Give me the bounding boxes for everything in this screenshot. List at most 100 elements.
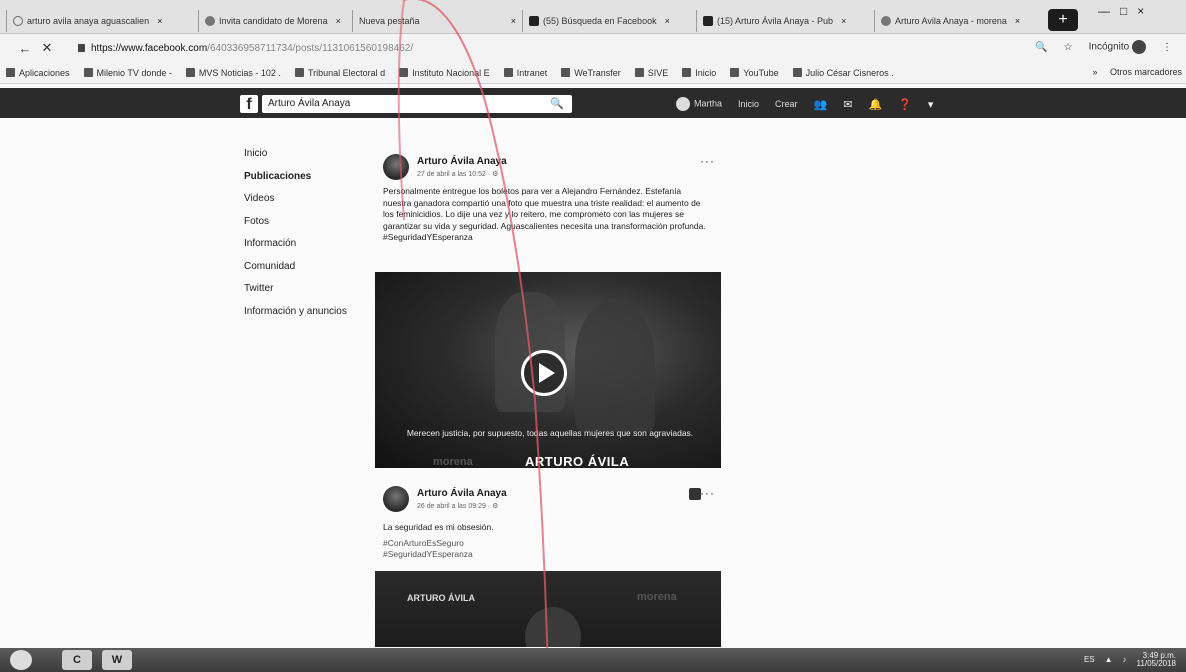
language-indicator[interactable]: ES xyxy=(1084,656,1095,664)
close-tab-icon[interactable]: × xyxy=(665,16,670,26)
more-options-icon[interactable]: ··· xyxy=(700,486,715,500)
volume-icon[interactable]: ♪ xyxy=(1123,656,1127,664)
post-image[interactable]: ARTURO ÁVILA morena xyxy=(375,571,721,647)
menu-item-info-anuncios[interactable]: Información y anuncios xyxy=(244,306,347,329)
profile-link[interactable]: Martha xyxy=(676,97,722,111)
menu-item-twitter[interactable]: Twitter xyxy=(244,283,347,306)
page-left-menu: Inicio Publicaciones Videos Fotos Inform… xyxy=(244,148,347,328)
new-tab-button[interactable]: + xyxy=(1048,9,1078,31)
other-bookmarks[interactable]: » Otros marcadores xyxy=(1092,67,1182,77)
tv-icon xyxy=(83,68,93,77)
facebook-nav: Martha Inicio Crear 👥 ✉ 🔔 ❓ ▾ xyxy=(676,97,933,111)
address-bar-actions: 🔍 ☆ Incógnito ⋮ xyxy=(1035,40,1172,54)
tab-facebook-profile[interactable]: (15) Arturo Ávila Anaya - Pub × xyxy=(696,10,874,32)
play-icon[interactable] xyxy=(521,350,567,396)
notifications-icon[interactable]: 🔔 xyxy=(868,98,882,111)
taskbar-chrome-icon[interactable]: C xyxy=(62,650,92,670)
create-link[interactable]: Crear xyxy=(775,99,798,109)
bookmark-label: Instituto Nacional E xyxy=(412,67,490,78)
bookmarks-more-icon[interactable]: » xyxy=(1092,67,1097,77)
post-author[interactable]: Arturo Ávila Anaya xyxy=(417,156,507,167)
help-icon[interactable]: ❓ xyxy=(898,98,912,111)
post-text-line: La seguridad es mi obsesión. xyxy=(383,522,494,532)
close-tab-icon[interactable]: × xyxy=(841,16,846,26)
tab-morena-news[interactable]: Invita candidato de Morena × xyxy=(198,10,352,32)
tab-label: (15) Arturo Ávila Anaya - Pub xyxy=(717,16,834,26)
video-brand-secondary: morena xyxy=(433,456,473,468)
tab-facebook-search[interactable]: (55) Búsqueda en Facebook × xyxy=(522,10,696,32)
menu-item-videos[interactable]: Videos xyxy=(244,193,347,216)
bookmark-youtube[interactable]: YouTube xyxy=(730,68,779,78)
friends-icon[interactable]: 👥 xyxy=(814,98,828,111)
url-field[interactable]: https://www.facebook.com/640336958711734… xyxy=(78,43,413,54)
menu-icon[interactable]: ▾ xyxy=(928,98,934,111)
clock-date: 11/05/2018 xyxy=(1136,659,1176,668)
close-tab-icon[interactable]: × xyxy=(336,16,341,26)
bookmark-label: WeTransfer xyxy=(574,67,621,78)
tab-morena-profile[interactable]: Arturo Avila Anaya - morena × xyxy=(874,10,1044,32)
bookmark-sive[interactable]: SIVE xyxy=(634,67,669,78)
close-window-button[interactable]: × xyxy=(1137,4,1144,18)
zoom-icon[interactable]: 🔍 xyxy=(1035,42,1047,53)
messenger-icon[interactable]: ✉ xyxy=(843,98,852,111)
taskbar-word-icon[interactable]: W xyxy=(102,650,132,670)
facebook-header: f Arturo Ávila Anaya 🔍 Martha Inicio Cre… xyxy=(0,88,1186,118)
hashtag[interactable]: #SeguridadYEsperanza xyxy=(383,549,711,561)
post-date[interactable]: 26 de abril a las 09:29 · ⚙ xyxy=(417,502,498,510)
avatar[interactable] xyxy=(383,486,409,512)
browser-menu-icon[interactable]: ⋮ xyxy=(1162,42,1172,53)
bookmark-inicio[interactable]: Inicio xyxy=(682,68,716,78)
tab-label: Nueva pestaña xyxy=(359,16,420,26)
tab-label: Arturo Avila Anaya - morena xyxy=(895,16,1007,26)
post-text: La seguridad es mi obsesión. #ConArturoE… xyxy=(375,520,721,561)
sive-icon xyxy=(634,68,644,77)
post-date[interactable]: 27 de abril a las 10:52 · ⚙ xyxy=(417,170,498,178)
search-icon[interactable]: 🔍 xyxy=(550,95,564,113)
post-video[interactable]: Merecen justicia, por supuesto, todas aq… xyxy=(375,272,721,468)
bookmark-twitter[interactable]: Julio César Cisneros . xyxy=(792,68,894,78)
profile-name: Martha xyxy=(694,98,723,109)
bookmark-intranet[interactable]: Intranet xyxy=(503,68,547,78)
facebook-icon xyxy=(529,16,539,26)
image-brand: ARTURO ÁVILA xyxy=(407,593,475,603)
intranet-icon xyxy=(503,68,513,77)
tab-search[interactable]: arturo avila anaya aguascalien × xyxy=(6,10,198,32)
home-icon xyxy=(682,68,692,77)
close-tab-icon[interactable]: × xyxy=(1015,16,1020,26)
facebook-search-input[interactable]: Arturo Ávila Anaya 🔍 xyxy=(262,95,572,113)
post-text: Personalmente entregue los boletos para … xyxy=(383,186,706,242)
maximize-button[interactable]: □ xyxy=(1120,4,1127,18)
menu-item-publicaciones[interactable]: Publicaciones xyxy=(244,171,347,194)
close-tab-icon[interactable]: × xyxy=(511,16,516,26)
close-tab-icon[interactable]: × xyxy=(157,16,162,26)
menu-item-inicio[interactable]: Inicio xyxy=(244,148,347,171)
bookmark-tribunal[interactable]: Tribunal Electoral d xyxy=(294,68,385,78)
incognito-indicator[interactable]: Incógnito xyxy=(1089,40,1146,54)
bookmark-ine[interactable]: Instituto Nacional E xyxy=(399,68,490,78)
bookmark-wetransfer[interactable]: WeTransfer xyxy=(561,68,621,78)
home-link[interactable]: Inicio xyxy=(738,99,759,109)
stop-button[interactable]: ✕ xyxy=(36,40,58,56)
menu-item-fotos[interactable]: Fotos xyxy=(244,216,347,239)
bookmark-mvs[interactable]: MVS Noticias - 102 . xyxy=(185,68,281,78)
back-button[interactable]: ← xyxy=(14,41,36,56)
start-button-icon[interactable] xyxy=(10,650,32,670)
more-options-icon[interactable]: ··· xyxy=(700,154,715,168)
post-author[interactable]: Arturo Ávila Anaya xyxy=(417,488,507,499)
facebook-logo-icon[interactable]: f xyxy=(240,95,258,113)
avatar[interactable] xyxy=(383,154,409,180)
hashtag[interactable]: #ConArturoEsSeguro xyxy=(383,538,711,550)
bookmark-apps[interactable]: Aplicaciones xyxy=(6,68,70,78)
radio-icon xyxy=(185,68,195,77)
video-brand: ARTURO ÁVILA xyxy=(525,454,630,468)
network-icon[interactable]: ▲ xyxy=(1105,656,1113,664)
clock[interactable]: 3:49 p.m. 11/05/2018 xyxy=(1137,652,1176,668)
tab-label: (55) Búsqueda en Facebook xyxy=(543,16,657,26)
minimize-button[interactable]: — xyxy=(1098,4,1110,18)
tab-new[interactable]: Nueva pestaña × xyxy=(352,10,522,32)
menu-item-comunidad[interactable]: Comunidad xyxy=(244,261,347,284)
bookmark-label: SIVE xyxy=(647,67,669,78)
bookmark-milenio[interactable]: Milenio TV donde - xyxy=(83,68,172,78)
menu-item-informacion[interactable]: Información xyxy=(244,238,347,261)
bookmark-star-icon[interactable]: ☆ xyxy=(1064,42,1073,53)
